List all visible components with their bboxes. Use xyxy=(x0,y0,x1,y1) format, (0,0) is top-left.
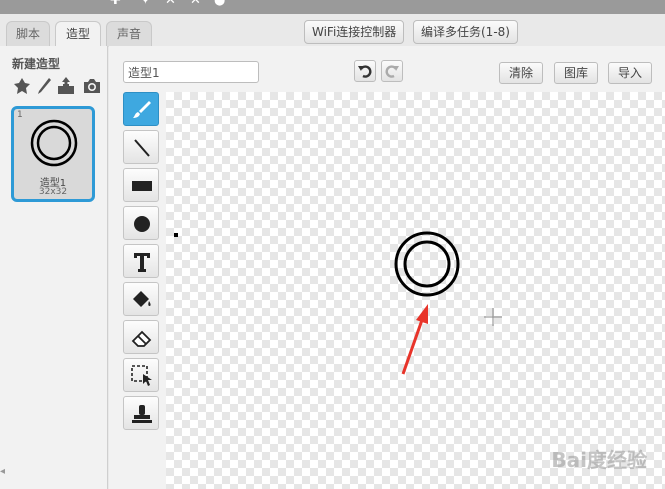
redo-icon xyxy=(385,65,399,78)
compile-multitask-button[interactable]: 编译多任务(1-8) xyxy=(413,20,518,44)
clear-button[interactable]: 清除 xyxy=(499,62,544,84)
paint-brush-icon[interactable] xyxy=(34,76,54,96)
drawing-canvas[interactable]: Bai度经验 xyxy=(166,92,665,489)
new-costume-icons xyxy=(12,76,104,98)
tab-sounds[interactable]: 声音 xyxy=(106,21,152,47)
line-icon xyxy=(134,139,150,157)
costume-name-input[interactable] xyxy=(123,61,259,83)
double-circle-shape[interactable] xyxy=(394,231,460,297)
collapse-handle-icon[interactable]: ◂ xyxy=(0,466,5,477)
tab-scripts[interactable]: 脚本 xyxy=(6,21,50,47)
paint-editor: 清除 图库 导入 xyxy=(109,46,665,489)
watermark-text: Bai度经验 xyxy=(551,448,647,472)
costume-list-panel: 新建造型 1 造型1 32x32 ◂ xyxy=(0,46,108,489)
top-menu-strip: ✚ ✦ ✕ ✕ ● xyxy=(0,0,665,14)
select-icon xyxy=(131,365,152,386)
tool-line[interactable] xyxy=(123,130,159,164)
duplicate-icon[interactable]: ✚ xyxy=(110,0,121,8)
cut-icon[interactable]: ✦ xyxy=(140,0,151,8)
eraser-icon xyxy=(131,330,152,347)
tool-rectangle[interactable] xyxy=(123,168,159,202)
fill-bucket-icon xyxy=(133,291,151,307)
shrink-icon[interactable]: ✕ xyxy=(190,0,201,8)
camera-icon[interactable] xyxy=(82,76,102,96)
tool-brush[interactable] xyxy=(123,92,159,126)
sprite-library-icon[interactable] xyxy=(12,76,32,96)
upload-icon[interactable] xyxy=(56,76,76,96)
undo-button[interactable] xyxy=(354,60,376,82)
new-costume-label: 新建造型 xyxy=(12,57,61,71)
canvas-content xyxy=(174,231,502,375)
tool-select[interactable] xyxy=(123,358,159,392)
tool-fill[interactable] xyxy=(123,282,159,316)
tab-bar: 脚本 造型 声音 WiFi连接控制器 编译多任务(1-8) xyxy=(0,14,665,48)
grow-icon[interactable]: ✕ xyxy=(165,0,176,8)
ellipse-icon xyxy=(134,216,150,232)
tool-stamp[interactable] xyxy=(123,396,159,430)
tool-ellipse[interactable] xyxy=(123,206,159,240)
text-icon xyxy=(134,253,150,272)
rectangle-icon xyxy=(132,181,152,191)
brush-icon xyxy=(133,101,151,118)
import-button[interactable]: 导入 xyxy=(608,62,653,84)
stamp-icon xyxy=(132,405,152,423)
canvas-dot xyxy=(174,233,178,237)
costume-item[interactable]: 1 造型1 32x32 xyxy=(11,106,95,202)
costume-number: 1 xyxy=(17,110,23,120)
costume-thumbnail xyxy=(30,119,78,167)
library-button[interactable]: 图库 xyxy=(554,62,599,84)
help-icon[interactable]: ● xyxy=(214,0,225,8)
redo-button[interactable] xyxy=(381,60,403,82)
tool-eraser[interactable] xyxy=(123,320,159,354)
tab-costumes[interactable]: 造型 xyxy=(55,21,101,48)
annotation-arrow xyxy=(401,304,428,375)
costume-size: 32x32 xyxy=(38,187,68,197)
undo-icon xyxy=(358,65,372,78)
wifi-connect-button[interactable]: WiFi连接控制器 xyxy=(304,20,405,44)
tool-text[interactable] xyxy=(123,244,159,278)
rotation-center-crosshair[interactable] xyxy=(484,308,502,326)
